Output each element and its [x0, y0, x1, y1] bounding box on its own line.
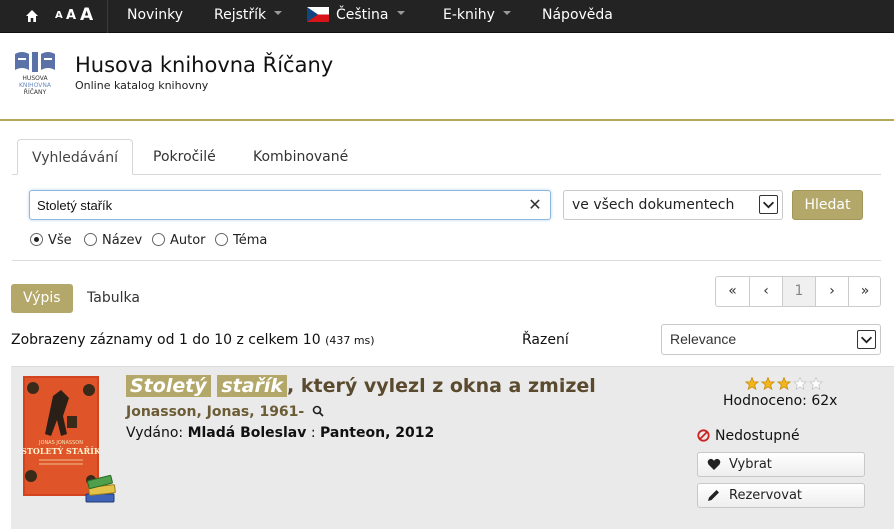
sort-label: Řazení: [522, 332, 569, 348]
reserve-button[interactable]: Rezervovat: [697, 483, 865, 508]
nav-ebooks-label: E-knihy: [443, 7, 495, 23]
site-subtitle: Online katalog knihovny: [75, 79, 209, 92]
radio-topic-dot[interactable]: [215, 233, 228, 246]
clear-icon[interactable]: ✕: [528, 197, 542, 213]
view-list-button[interactable]: Výpis: [11, 284, 73, 313]
title-highlight: stařík: [217, 375, 288, 397]
chevron-down-icon: [857, 330, 876, 349]
sort-select[interactable]: Relevance: [661, 324, 881, 355]
header-rule: [0, 119, 894, 121]
chevron-down-icon: [396, 11, 405, 15]
sort-select-value: Relevance: [670, 331, 737, 347]
select-button[interactable]: Vybrat: [697, 452, 865, 477]
nav-language[interactable]: Čeština: [307, 0, 405, 33]
nav-ebooks[interactable]: E-knihy: [443, 0, 511, 33]
top-navbar: A A A Novinky Rejstřík Čeština E-knihy N…: [0, 0, 894, 33]
library-logo[interactable]: HUSOVA KNIHOVNA ŘÍČANY: [12, 50, 58, 98]
star-filled-icon[interactable]: [760, 377, 776, 391]
chevron-down-icon: [274, 11, 283, 15]
flag-cz-icon: [307, 6, 329, 22]
tab-pokrocile[interactable]: Pokročilé: [139, 139, 230, 175]
search-input[interactable]: [29, 190, 551, 220]
svg-text:ŘÍČANY: ŘÍČANY: [24, 88, 47, 96]
pager-prev[interactable]: ‹: [749, 277, 782, 306]
svg-text:HUSOVA: HUSOVA: [22, 75, 48, 82]
scope-select-value: ve všech dokumentech: [572, 197, 735, 213]
cover-title-text: STOLETÝ STAŘÍK: [23, 446, 99, 456]
nav-language-label: Čeština: [336, 7, 389, 23]
record-published: Vydáno: Mladá Boleslav : Panteon, 2012: [126, 425, 434, 441]
font-medium-button[interactable]: A: [66, 0, 76, 31]
published-label: Vydáno:: [126, 425, 184, 441]
view-table-button[interactable]: Tabulka: [75, 284, 152, 313]
nav-help[interactable]: Nápověda: [542, 0, 613, 33]
nav-rejstrik-label: Rejstřík: [214, 7, 267, 23]
section-divider: [12, 260, 881, 261]
chevron-down-icon: [502, 11, 511, 15]
results-time: (437 ms): [325, 334, 375, 347]
font-large-button[interactable]: A: [80, 0, 93, 31]
nav-divider: [107, 0, 108, 33]
tab-vyhledavani[interactable]: Vyhledávání: [17, 139, 133, 175]
star-filled-icon[interactable]: [776, 377, 792, 391]
star-empty-icon[interactable]: [808, 377, 824, 391]
radio-topic[interactable]: Téma: [215, 233, 267, 249]
availability-status: Nedostupné: [697, 428, 800, 444]
nav-novinky[interactable]: Novinky: [127, 0, 183, 33]
results-summary: Zobrazeny záznamy od 1 do 10 z celkem 10…: [11, 332, 375, 348]
chevron-down-icon: [759, 195, 778, 214]
pager-last[interactable]: »: [848, 277, 881, 306]
star-filled-icon[interactable]: [745, 377, 760, 391]
radio-author-dot[interactable]: [152, 233, 165, 246]
search-icon[interactable]: [312, 405, 324, 417]
home-icon[interactable]: [25, 9, 39, 23]
record-title[interactable]: Stoletý stařík, který vylezl z okna a zm…: [126, 375, 596, 397]
rating-stars[interactable]: [745, 377, 827, 391]
pagination: « ‹ 1 › »: [715, 276, 881, 307]
site-title[interactable]: Husova knihovna Říčany: [75, 53, 333, 77]
search-button[interactable]: Hledat: [792, 190, 863, 220]
radio-author-label: Autor: [170, 233, 206, 248]
radio-title[interactable]: Název: [84, 233, 142, 249]
published-place: Mladá Boleslav: [187, 425, 307, 441]
pager-first[interactable]: «: [716, 277, 749, 306]
star-empty-icon[interactable]: [792, 377, 808, 391]
author-link[interactable]: Jonasson, Jonas, 1961-: [126, 404, 304, 420]
no-entry-icon: [697, 428, 710, 442]
tab-kombinovane[interactable]: Kombinované: [239, 139, 362, 175]
radio-all[interactable]: Vše: [30, 233, 72, 249]
pencil-icon: [708, 490, 719, 501]
pager-next[interactable]: ›: [815, 277, 848, 306]
font-small-button[interactable]: A: [55, 0, 63, 31]
radio-all-label: Vše: [48, 233, 72, 248]
availability-label: Nedostupné: [715, 428, 800, 444]
radio-topic-label: Téma: [233, 233, 268, 248]
svg-text:KNIHOVNA: KNIHOVNA: [19, 82, 52, 89]
reserve-button-label: Rezervovat: [729, 488, 803, 503]
published-separator: :: [306, 425, 320, 441]
nav-rejstrik[interactable]: Rejstřík: [214, 0, 283, 33]
nav-help-label: Nápověda: [542, 7, 613, 23]
record-author[interactable]: Jonasson, Jonas, 1961-: [126, 404, 324, 420]
radio-title-dot[interactable]: [84, 233, 97, 246]
pager-page-1[interactable]: 1: [782, 277, 815, 306]
nav-novinky-label: Novinky: [127, 7, 183, 23]
radio-title-label: Název: [102, 233, 143, 248]
radio-all-dot[interactable]: [30, 233, 43, 246]
rating-count: Hodnoceno: 62x: [723, 393, 838, 409]
book-stack-icon: [85, 474, 116, 503]
scope-select[interactable]: ve všech dokumentech: [563, 190, 783, 220]
title-rest: , který vylezl z okna a zmizel: [287, 375, 596, 397]
select-button-label: Vybrat: [729, 457, 772, 472]
title-highlight: Stoletý: [126, 375, 211, 397]
results-summary-text: Zobrazeny záznamy od 1 do 10 z celkem 10: [11, 332, 321, 348]
radio-author[interactable]: Autor: [152, 233, 206, 249]
published-publisher: Panteon, 2012: [320, 425, 435, 441]
heart-icon: [707, 458, 721, 470]
